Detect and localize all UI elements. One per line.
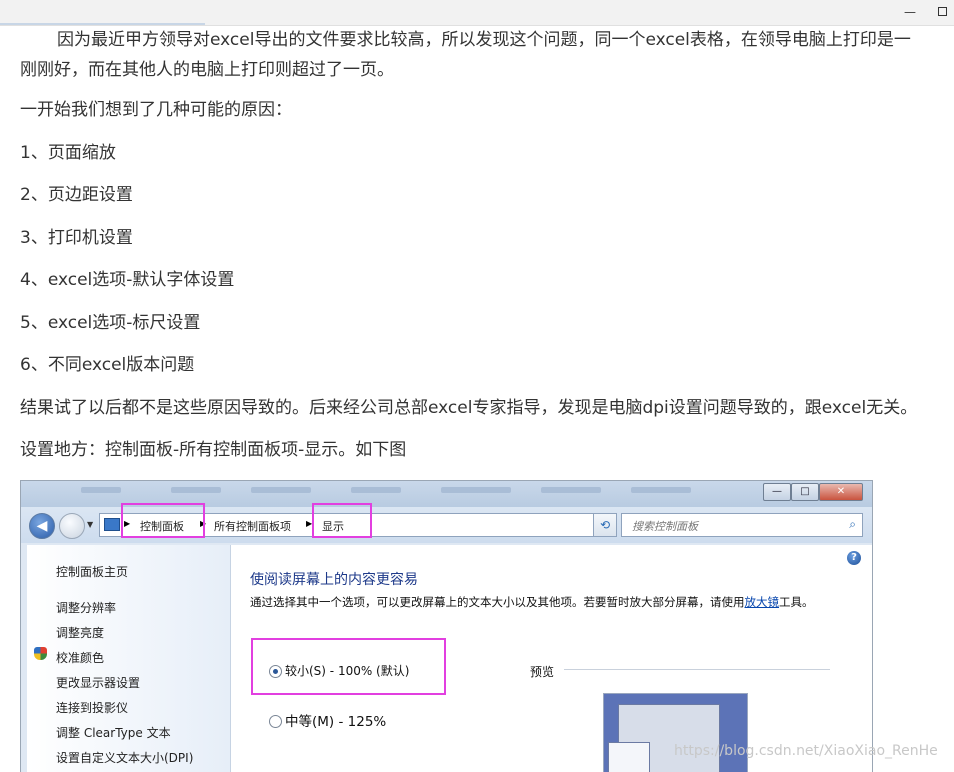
paragraph-intro-line1: 因为最近甲方领导对excel导出的文件要求比较高，所以发现这个问题，同一个exc… — [57, 30, 911, 50]
reason-item: 3、打印机设置 — [20, 228, 133, 248]
window-top-strip: — — [0, 0, 954, 26]
help-icon[interactable]: ? — [847, 551, 861, 565]
screenshot-minimize-button[interactable]: — — [763, 483, 791, 501]
search-box[interactable]: 搜索控制面板 ⌕ — [621, 513, 863, 537]
preview-window-image — [608, 742, 650, 772]
reason-item: 6、不同excel版本问题 — [20, 355, 195, 375]
shield-icon — [34, 647, 47, 660]
paragraph-result: 结果试了以后都不是这些原因导致的。后来经公司总部excel专家指导，发现是电脑d… — [20, 398, 918, 418]
page-description: 通过选择其中一个选项，可以更改屏幕上的文本大小以及其他项。若要暂时放大部分屏幕，… — [250, 594, 835, 611]
sidebar-item-display-settings[interactable]: 更改显示器设置 — [56, 674, 140, 691]
sidebar-item-resolution[interactable]: 调整分辨率 — [56, 599, 116, 616]
sidebar-item-projector[interactable]: 连接到投影仪 — [56, 699, 128, 716]
preview-divider — [564, 669, 830, 670]
search-placeholder: 搜索控制面板 — [632, 520, 698, 533]
sidebar-item-custom-dpi[interactable]: 设置自定义文本大小(DPI) — [56, 749, 193, 766]
paragraph-intro-line2: 刚刚好，而在其他人的电脑上打印则超过了一页。 — [20, 60, 394, 80]
highlight-smaller-option — [251, 638, 446, 695]
reason-item: 5、excel选项-标尺设置 — [20, 313, 201, 333]
sidebar-item-calibrate-color[interactable]: 校准颜色 — [56, 649, 104, 666]
history-dropdown-icon[interactable]: ▼ — [87, 520, 93, 529]
reason-item: 4、excel选项-默认字体设置 — [20, 270, 235, 290]
reason-item: 2、页边距设置 — [20, 185, 133, 205]
highlight-display — [312, 503, 372, 538]
sidebar-item-brightness[interactable]: 调整亮度 — [56, 624, 104, 641]
loading-progress-bar — [0, 23, 205, 25]
sidebar-item-cleartype[interactable]: 调整 ClearType 文本 — [56, 724, 171, 741]
breadcrumb-all-items[interactable]: 所有控制面板项 — [214, 518, 291, 534]
window-maximize-button[interactable] — [934, 4, 950, 20]
screenshot-maximize-button[interactable]: □ — [791, 483, 819, 501]
sidebar-item-home[interactable]: 控制面板主页 — [56, 563, 128, 580]
description-tail: 工具。 — [779, 595, 814, 609]
highlight-control-panel — [121, 503, 205, 538]
window-minimize-button[interactable]: — — [902, 4, 918, 20]
description-text: 通过选择其中一个选项，可以更改屏幕上的文本大小以及其他项。若要暂时放大部分屏幕，… — [250, 595, 745, 609]
page-title: 使阅读屏幕上的内容更容易 — [250, 572, 418, 588]
maximize-icon — [937, 7, 947, 16]
paragraph-settings-location: 设置地方：控制面板-所有控制面板项-显示。如下图 — [20, 440, 407, 460]
preview-image — [603, 693, 748, 772]
preview-label: 预览 — [530, 665, 555, 679]
back-arrow-icon: ◀ — [36, 518, 48, 534]
control-panel-screenshot: — □ ✕ ◀ ▼ ▶ 控制面板 ▶ 所有控制面板项 ▶ 显示 ▼ ⟲ 搜索控制… — [20, 480, 873, 772]
radio-medium[interactable] — [269, 715, 282, 728]
magnifier-link[interactable]: 放大镜 — [745, 595, 780, 609]
paragraph-causes-intro: 一开始我们想到了几种可能的原因： — [20, 100, 292, 120]
back-button[interactable]: ◀ — [29, 513, 55, 539]
screenshot-close-button[interactable]: ✕ — [819, 483, 863, 501]
watermark-url: https://blog.csdn.net/XiaoXiao_RenHe — [674, 743, 938, 759]
option-medium-label[interactable]: 中等(M) - 125% — [285, 710, 386, 730]
task-sidebar: 控制面板主页 调整分辨率 调整亮度 校准颜色 更改显示器设置 连接到投影仪 调整… — [27, 545, 231, 772]
computer-icon — [104, 518, 120, 531]
reason-item: 1、页面缩放 — [20, 143, 116, 163]
refresh-icon[interactable]: ⟲ — [593, 513, 617, 537]
forward-button[interactable] — [59, 513, 85, 539]
search-icon[interactable]: ⌕ — [849, 517, 856, 532]
